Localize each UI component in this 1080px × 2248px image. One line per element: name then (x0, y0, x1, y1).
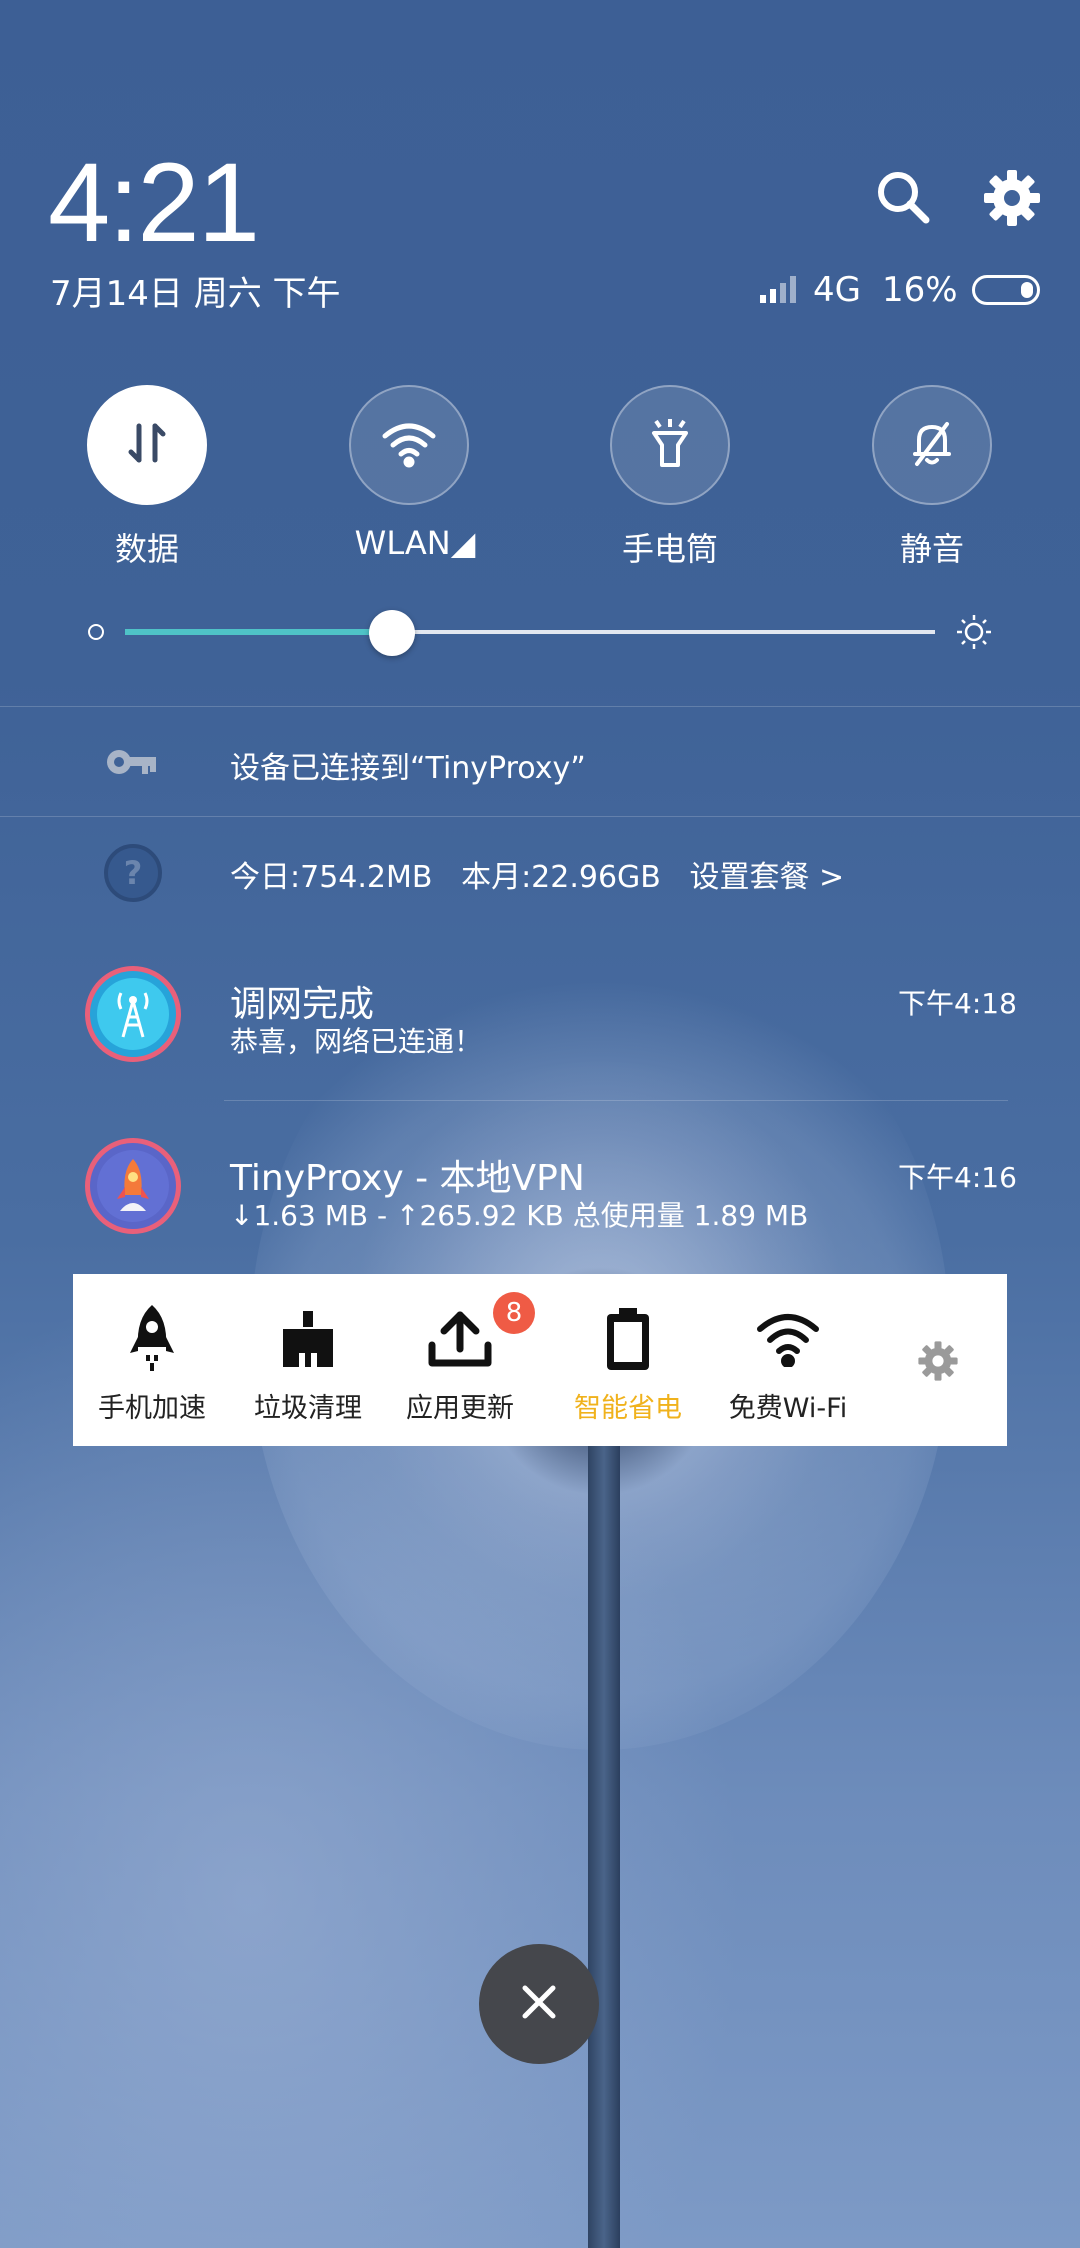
toolbar-label: 手机加速 (98, 1393, 206, 1424)
tile-data-toggle[interactable] (87, 385, 207, 505)
tile-mute-toggle[interactable] (872, 385, 992, 505)
divider (0, 706, 1080, 707)
data-transfer-icon (122, 418, 172, 472)
app-update-button[interactable]: 应用更新 8 (395, 1274, 535, 1446)
notification-time: 下午4:18 (898, 987, 1017, 1020)
network-type: 4G (813, 270, 861, 310)
wifi-icon (756, 1304, 820, 1374)
toolbar-label: 垃圾清理 (254, 1393, 362, 1424)
vpn-connected-text[interactable]: 设备已连接到“TinyProxy” (230, 743, 586, 787)
flashlight-icon (648, 417, 692, 473)
notification-subtitle: ↓1.63 MB - ↑265.92 KB 总使用量 1.89 MB (230, 1199, 809, 1232)
search-icon[interactable] (874, 168, 934, 228)
clock: 4:21 (48, 140, 260, 265)
broom-icon (279, 1304, 337, 1374)
tile-flashlight-toggle[interactable] (610, 385, 730, 505)
tile-wlan-label: WLAN◢ (354, 524, 476, 562)
brightness-fill (125, 629, 393, 635)
wallpaper-stem (588, 1440, 620, 2248)
battery-percent: 16% (882, 270, 958, 310)
notification-subtitle: 恭喜，网络已连通！ (230, 1025, 483, 1058)
divider (224, 1100, 1008, 1101)
battery-icon (603, 1304, 653, 1374)
mute-bell-icon (907, 418, 957, 472)
shortcut-toolbar: 手机加速 垃圾清理 应用更新 8 智能省电 免费Wi-Fi (73, 1274, 1007, 1446)
toolbar-label: 智能省电 (574, 1393, 682, 1424)
date-label: 7月14日 周六 下午 (50, 274, 341, 314)
key-icon (106, 742, 158, 786)
help-question-icon: ? (104, 844, 162, 902)
brightness-min-icon (88, 624, 104, 640)
wifi-icon (381, 418, 437, 472)
divider (0, 816, 1080, 817)
junk-clean-button[interactable]: 垃圾清理 (243, 1274, 373, 1446)
toolbar-label: 免费Wi-Fi (728, 1393, 848, 1424)
rocket-icon (126, 1304, 178, 1374)
phone-boost-button[interactable]: 手机加速 (87, 1274, 217, 1446)
notification-time: 下午4:16 (898, 1161, 1017, 1194)
tile-wlan-toggle[interactable] (349, 385, 469, 505)
settings-gear-icon[interactable] (982, 168, 1042, 228)
close-icon (521, 1984, 557, 2024)
rocket-app-icon (85, 1138, 181, 1234)
tile-data-label: 数据 (114, 530, 179, 568)
smart-power-save-button[interactable]: 智能省电 (553, 1274, 703, 1446)
tile-flashlight-label: 手电筒 (621, 530, 718, 568)
toolbar-label: 应用更新 (406, 1393, 514, 1424)
signal-strength-icon (760, 273, 796, 303)
tile-mute-label: 静音 (899, 530, 964, 568)
brightness-slider-handle[interactable] (369, 610, 416, 656)
free-wifi-button[interactable]: 免费Wi-Fi (713, 1274, 863, 1446)
update-count-badge: 8 (493, 1292, 535, 1334)
signal-tower-app-icon (85, 966, 181, 1062)
data-usage-text[interactable]: 今日:754.2MB 本月:22.96GB 设置套餐 > (230, 852, 844, 896)
clear-notifications-button[interactable] (479, 1944, 599, 2064)
battery-icon (972, 275, 1040, 305)
upload-icon (428, 1304, 492, 1374)
toolbar-settings-gear-icon[interactable] (917, 1340, 959, 1386)
brightness-max-icon (956, 614, 992, 654)
